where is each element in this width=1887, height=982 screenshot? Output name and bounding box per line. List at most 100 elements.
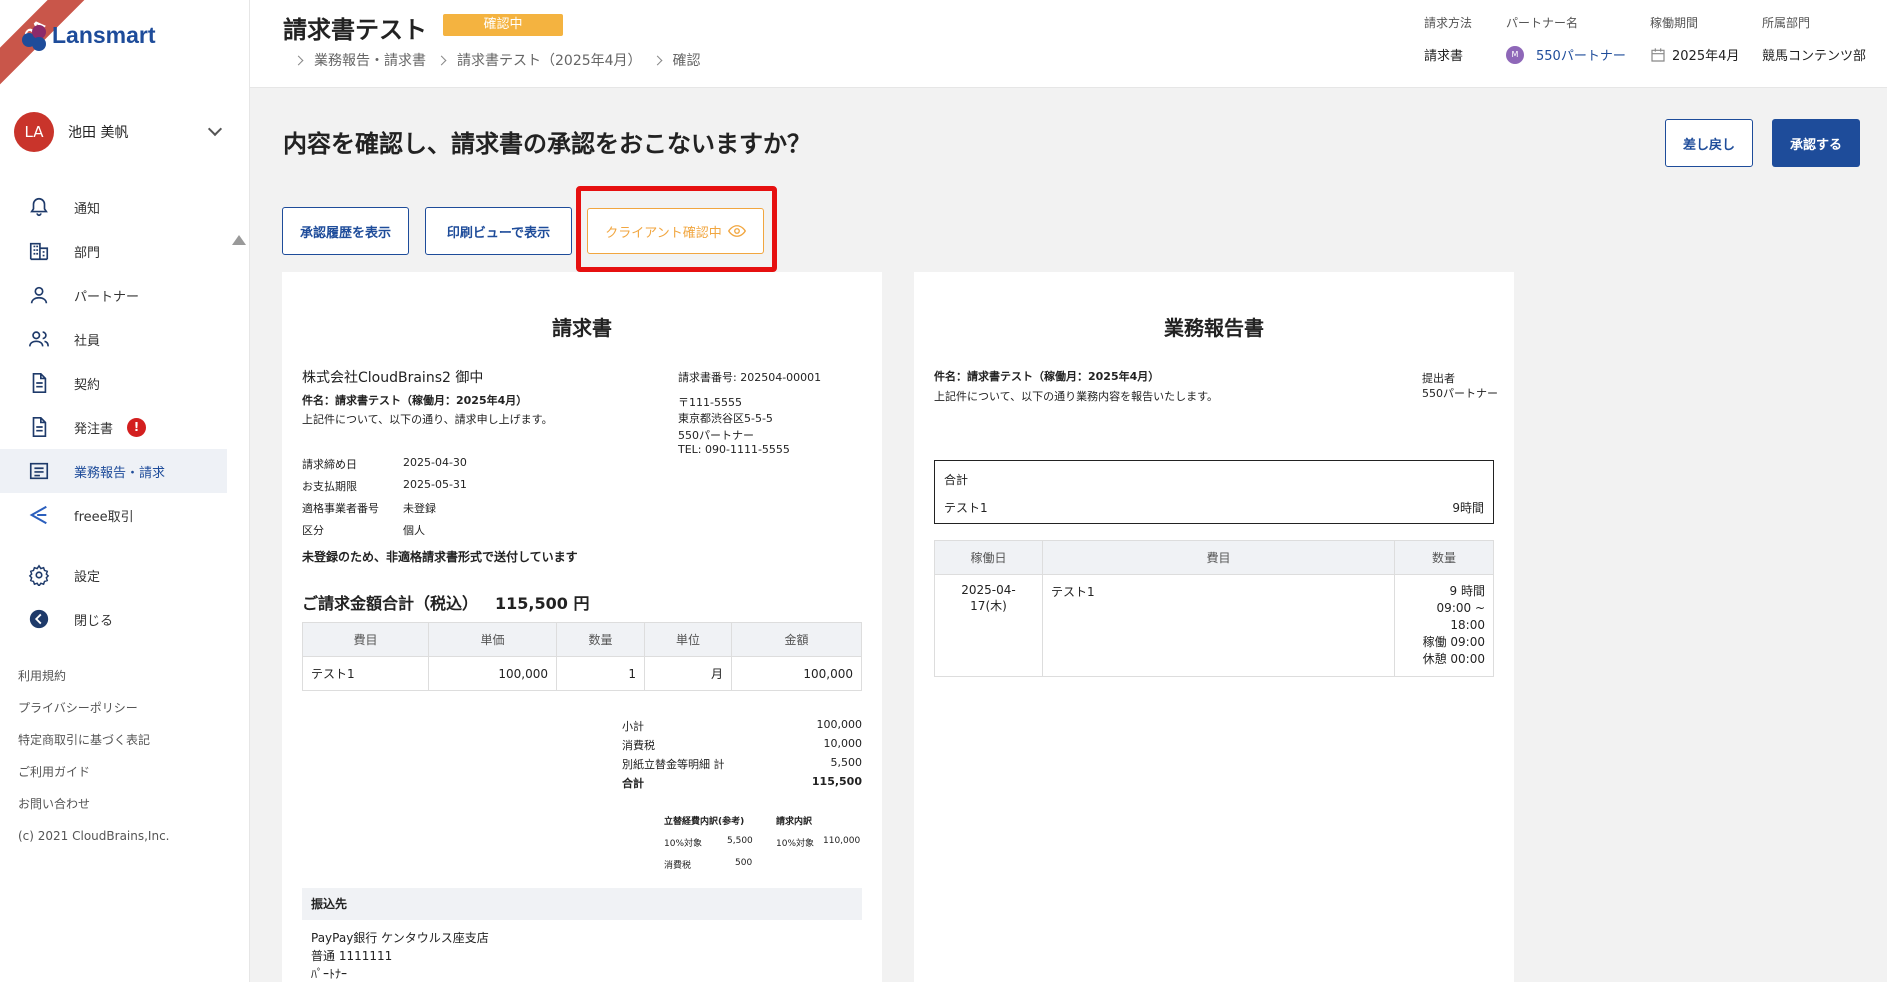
sidebar-item-label: 閉じる <box>74 613 114 629</box>
qty-break: 休憩 00:00 <box>1422 652 1485 666</box>
chevron-right-icon <box>652 55 662 65</box>
meta-method: 請求方法 請求書 <box>1424 14 1472 64</box>
column-header: 費目 <box>1042 540 1395 575</box>
footer-links: 利用規約 プライバシーポリシー 特定商取引に基づく表記 ご利用ガイド お問い合わ… <box>18 660 170 852</box>
sidebar-item-partners[interactable]: パートナー <box>0 273 227 317</box>
sidebar-item-label: freee取引 <box>74 509 134 525</box>
logo-icon <box>22 23 48 51</box>
table-header-row: 稼働日 費目 数量 <box>934 540 1494 575</box>
table-cell: 100,000 <box>731 656 862 691</box>
sidebar-item-contracts[interactable]: 契約 <box>0 361 227 405</box>
calendar-icon <box>1651 47 1665 62</box>
submitter-label: 提出者 <box>1422 372 1455 385</box>
meta-label: 請求方法 <box>1424 16 1473 30</box>
privacy-link[interactable]: プライバシーポリシー <box>18 692 170 724</box>
partner-link[interactable]: M 550パートナー <box>1506 45 1626 64</box>
sidebar-item-settings[interactable]: 設定 <box>0 553 227 597</box>
total-item: テスト1 <box>944 501 988 515</box>
expense-value: 500 <box>735 858 753 868</box>
bank-line: ﾊﾟｰﾄﾅｰ <box>311 967 348 981</box>
report-card: 業務報告書 件名：請求書テスト（稼働月：2025年4月） 上記件について、以下の… <box>914 272 1514 982</box>
sidebar-item-employees[interactable]: 社員 <box>0 317 227 361</box>
breadcrumb-item[interactable]: 請求書テスト（2025年4月） <box>457 50 642 70</box>
meta-department: 所属部門 競馬コンテンツ部 <box>1762 14 1866 64</box>
invoice-subject: 件名：請求書テスト（稼働月：2025年4月） <box>302 394 528 407</box>
invoice-recipient: 株式会社CloudBrains2 御中 <box>302 370 484 386</box>
sidebar-item-label: 社員 <box>74 333 101 349</box>
reject-button[interactable]: 差し戻し <box>1665 119 1753 167</box>
building-icon <box>29 242 49 261</box>
sidebar-item-orders[interactable]: 発注書 ! <box>0 405 227 449</box>
breadcrumb-item: 確認 <box>672 53 701 69</box>
terms-link[interactable]: 利用規約 <box>18 660 170 692</box>
detail-label: 適格事業者番号 <box>302 502 379 515</box>
meta-value: 請求書 <box>1424 49 1464 64</box>
brand-name: Lansmart <box>52 22 156 48</box>
sidebar-item-notifications[interactable]: 通知 <box>0 185 227 229</box>
sidebar-item-freee[interactable]: freee取引 <box>0 493 227 537</box>
user-name: 池田 美帆 <box>68 125 129 141</box>
submitter-name: 550パートナー <box>1422 387 1498 400</box>
bank-line: 普通 1111111 <box>311 949 393 963</box>
sidebar-nav: 通知 部門 パートナー 社員 契約 発注書 ! 業務報告・請求 freee取引 … <box>0 185 227 641</box>
detail-value: 2025-04-30 <box>403 456 467 469</box>
qty-hours: 9 時間 <box>1449 584 1485 598</box>
commerce-law-link[interactable]: 特定商取引に基づく表記 <box>18 724 170 756</box>
sidebar-item-departments[interactable]: 部門 <box>0 229 227 273</box>
scroll-up-arrow[interactable] <box>232 235 246 245</box>
invoice-number: 請求書番号: 202504-00001 <box>678 371 822 384</box>
expense-title: 立替経費内訳(参考) <box>664 817 745 827</box>
qty-work: 稼働 09:00 <box>1422 635 1485 649</box>
sidebar-item-label: 業務報告・請求 <box>74 465 166 481</box>
total-label: 合計 <box>944 473 969 487</box>
contact-link[interactable]: お問い合わせ <box>18 788 170 820</box>
highlight-box <box>576 186 777 272</box>
detail-label: お支払期限 <box>302 480 357 493</box>
sidebar-item-label: 部門 <box>74 245 101 261</box>
column-header: 数量 <box>1394 540 1494 575</box>
sidebar-item-label: 通知 <box>74 201 101 217</box>
approval-history-button[interactable]: 承認履歴を表示 <box>282 207 409 255</box>
guide-link[interactable]: ご利用ガイド <box>18 756 170 788</box>
detail-value: 未登録 <box>403 502 436 515</box>
invoice-card: 請求書 株式会社CloudBrains2 御中 件名：請求書テスト（稼働月：20… <box>282 272 882 982</box>
sidebar-item-label: パートナー <box>74 289 140 305</box>
period-value-row: 2025年4月 <box>1650 45 1739 64</box>
breadcrumb-item[interactable]: 業務報告・請求書 <box>314 50 426 70</box>
table-cell: 9 時間 09:00 ~ 18:00 稼働 09:00 休憩 00:00 <box>1394 574 1494 677</box>
status-badge: 確認中 <box>443 14 563 36</box>
invoice-intro: 上記件について、以下の通り、請求申し上げます。 <box>302 413 553 426</box>
invoice-notice: 未登録のため、非適格請求書形式で送付しています <box>302 550 578 564</box>
contract-icon <box>32 373 47 393</box>
alert-badge: ! <box>127 417 147 437</box>
table-cell: 1 <box>556 656 645 691</box>
chevron-right-icon <box>436 55 447 65</box>
summary-value: 5,500 <box>830 756 863 769</box>
bell-icon <box>30 197 48 217</box>
sidebar-item-reports[interactable]: 業務報告・請求 <box>0 449 227 493</box>
table-cell: 月 <box>644 656 732 691</box>
column-header: 稼働日 <box>934 540 1043 575</box>
brand-logo[interactable]: Lansmart <box>22 22 156 51</box>
page-header: 請求書テスト 確認中 業務報告・請求書 請求書テスト（2025年4月） 確認 請… <box>250 0 1887 88</box>
sender-address: 東京都渋谷区5-5-5 <box>678 412 773 425</box>
table-cell: テスト1 <box>302 656 429 691</box>
table-header-row: 費目 単価 数量 単位 金額 <box>302 622 862 657</box>
order-icon <box>32 417 47 437</box>
report-title: 業務報告書 <box>1164 316 1264 340</box>
sidebar-item-collapse[interactable]: 閉じる <box>0 597 227 641</box>
chevron-right-icon <box>293 55 304 65</box>
avatar: LA <box>14 112 54 152</box>
detail-label: 区分 <box>302 524 324 537</box>
report-total-box: 合計 テスト1 9時間 <box>934 460 1494 524</box>
user-menu[interactable]: LA 池田 美帆 <box>14 112 230 152</box>
billing-value: 110,000 <box>823 836 861 846</box>
print-view-button[interactable]: 印刷ビューで表示 <box>425 207 572 255</box>
column-header: 数量 <box>556 622 645 657</box>
meta-value: 競馬コンテンツ部 <box>1762 49 1867 64</box>
gear-icon <box>28 564 50 586</box>
billing-title: 請求内訳 <box>776 817 813 827</box>
approve-button[interactable]: 承認する <box>1772 119 1860 167</box>
table-cell: テスト1 <box>1042 574 1395 677</box>
detail-value: 個人 <box>403 524 425 537</box>
